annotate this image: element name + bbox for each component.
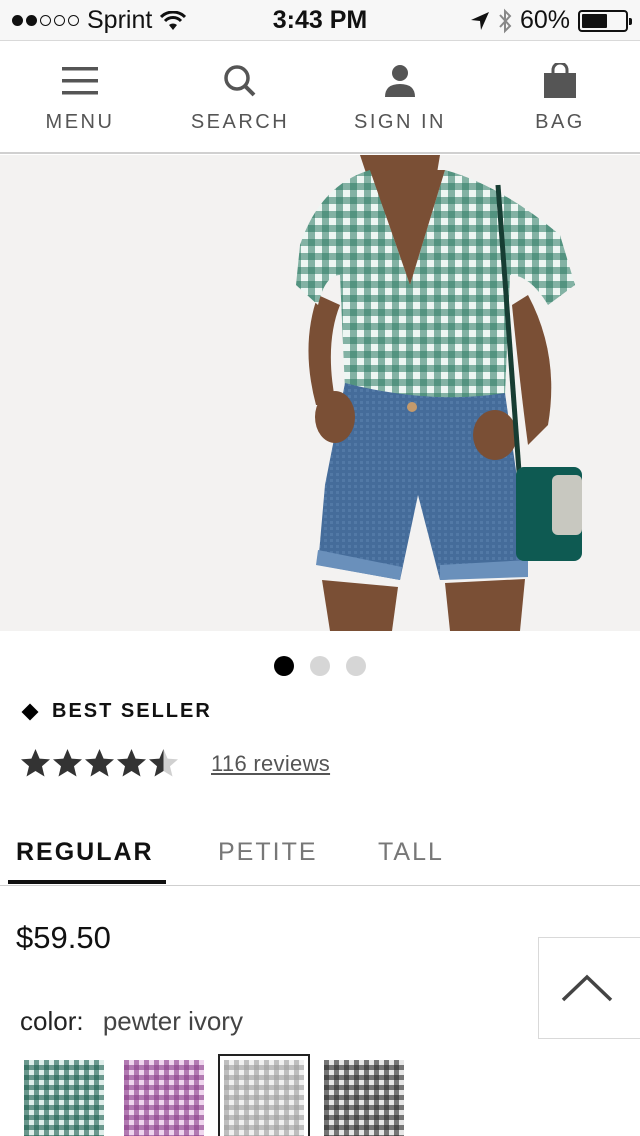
best-seller-label: BEST SELLER: [52, 700, 212, 722]
color-label: color:: [20, 1006, 84, 1036]
product-image[interactable]: [0, 155, 640, 631]
bluetooth-icon: [499, 8, 512, 33]
carousel-dot[interactable]: [346, 656, 366, 676]
color-swatch[interactable]: [124, 1060, 204, 1136]
product-price: $59.50: [16, 920, 111, 955]
chevron-up-icon: [561, 974, 613, 1002]
carousel-dots[interactable]: [0, 656, 640, 676]
diamond-icon: [21, 703, 39, 720]
fit-tabs: REGULAR PETITE TALL: [0, 830, 640, 886]
reviews-link[interactable]: 116 reviews: [211, 751, 330, 777]
scroll-to-top-button[interactable]: [538, 937, 640, 1039]
menu-button[interactable]: MENU: [0, 41, 160, 152]
location-arrow-icon: [470, 11, 489, 30]
color-swatches: [24, 1054, 424, 1136]
star-icon: [149, 749, 178, 777]
product-photo: [296, 155, 582, 631]
sign-in-button[interactable]: SIGN IN: [320, 41, 480, 152]
color-swatch[interactable]: [218, 1054, 310, 1136]
star-icon: [53, 749, 82, 777]
menu-label: MENU: [45, 111, 115, 133]
best-seller-badge: BEST SELLER: [21, 700, 212, 723]
menu-icon: [62, 67, 98, 95]
status-right: 60%: [470, 6, 632, 35]
star-icon: [85, 749, 114, 777]
status-bar: Sprint 3:43 PM 60%: [0, 0, 640, 40]
rating-row: 116 reviews: [20, 748, 330, 779]
star-icon: [21, 749, 50, 777]
carousel-dot[interactable]: [274, 656, 294, 676]
header-nav: MENU SEARCH SIGN IN BAG: [0, 40, 640, 154]
bag-button[interactable]: BAG: [480, 41, 640, 152]
color-selection: color: pewter ivory: [20, 1006, 243, 1037]
search-label: SEARCH: [190, 111, 290, 133]
search-button[interactable]: SEARCH: [160, 41, 320, 152]
sign-in-label: SIGN IN: [354, 111, 446, 133]
carousel-dot[interactable]: [310, 656, 330, 676]
color-value: pewter ivory: [102, 1006, 243, 1036]
tab-tall[interactable]: TALL: [378, 838, 444, 867]
bag-icon: [544, 63, 576, 98]
star-icon: [117, 749, 146, 777]
bag-label: BAG: [535, 111, 585, 133]
star-rating: [20, 748, 179, 779]
tab-petite[interactable]: PETITE: [218, 838, 318, 867]
battery-percent: 60%: [519, 6, 570, 34]
user-icon: [385, 65, 415, 97]
battery-icon: [578, 9, 632, 32]
active-tab-indicator: [8, 880, 166, 884]
color-swatch[interactable]: [324, 1060, 404, 1136]
color-swatch[interactable]: [24, 1060, 104, 1136]
search-icon: [224, 65, 256, 97]
tab-regular[interactable]: REGULAR: [16, 838, 154, 867]
